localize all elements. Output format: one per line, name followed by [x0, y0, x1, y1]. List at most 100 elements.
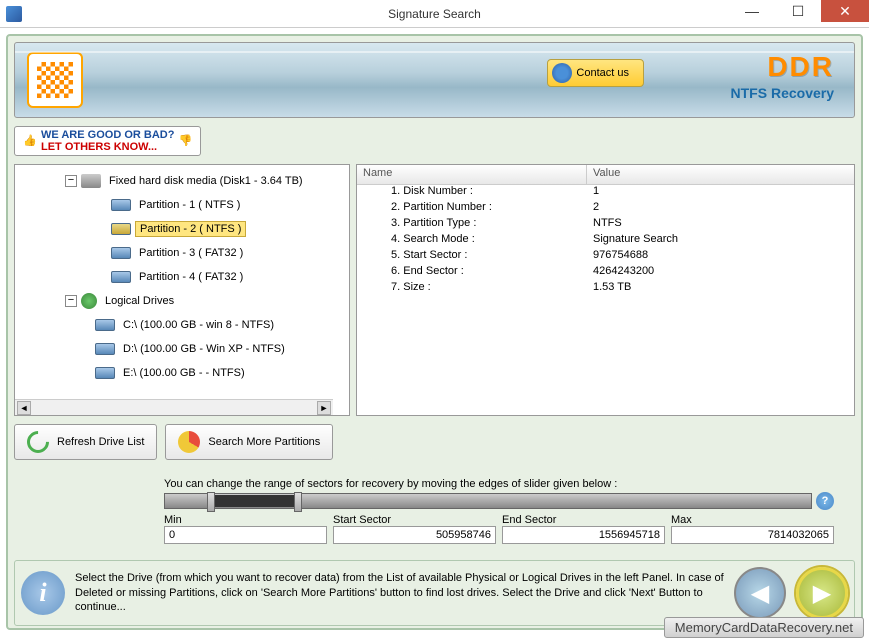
maximize-button[interactable]: ☐	[775, 0, 821, 22]
prop-value: 1	[587, 185, 599, 201]
end-sector-input[interactable]	[502, 526, 665, 544]
tree-partition-node[interactable]: Partition - 3 ( FAT32 )	[15, 241, 349, 265]
close-button[interactable]: ✕	[821, 0, 869, 22]
drive-icon	[95, 367, 115, 379]
partition-icon	[111, 223, 131, 235]
sector-slider[interactable]	[164, 493, 812, 509]
drive-icon	[95, 343, 115, 355]
prop-name: 6. End Sector :	[357, 265, 587, 281]
tree-logical-header[interactable]: − Logical Drives	[15, 289, 349, 313]
feedback-line2: LET OTHERS KNOW...	[41, 141, 174, 153]
tree-label: Fixed hard disk media (Disk1 - 3.64 TB)	[105, 174, 307, 188]
watermark: MemoryCardDataRecovery.net	[664, 617, 864, 638]
partition-icon	[111, 271, 131, 283]
start-sector-input[interactable]	[333, 526, 496, 544]
min-label: Min	[164, 514, 327, 526]
refresh-drive-list-button[interactable]: Refresh Drive List	[14, 424, 157, 460]
collapse-icon[interactable]: −	[65, 175, 77, 187]
contact-us-button[interactable]: Contact us	[547, 59, 644, 87]
next-button[interactable]: ▶	[796, 567, 848, 619]
collapse-icon[interactable]: −	[65, 295, 77, 307]
partition-icon	[111, 199, 131, 211]
scroll-right-icon[interactable]: ►	[317, 401, 331, 415]
tree-drive-node[interactable]: C:\ (100.00 GB - win 8 - NTFS)	[15, 313, 349, 337]
prop-value: Signature Search	[587, 233, 678, 249]
thumbs-up-icon: 👍	[23, 134, 37, 148]
button-label: Search More Partitions	[208, 436, 320, 448]
feedback-button[interactable]: 👍 WE ARE GOOD OR BAD? LET OTHERS KNOW...…	[14, 126, 201, 156]
disk-icon	[81, 174, 101, 188]
tree-drive-node[interactable]: D:\ (100.00 GB - Win XP - NTFS)	[15, 337, 349, 361]
arrow-right-icon: ▶	[813, 579, 831, 608]
max-label: Max	[671, 514, 834, 526]
partition-icon	[111, 247, 131, 259]
tree-drive-node[interactable]: E:\ (100.00 GB - - NTFS)	[15, 361, 349, 385]
banner: Contact us DDR NTFS Recovery	[14, 42, 855, 118]
tree-label: Logical Drives	[101, 294, 178, 308]
horizontal-scrollbar[interactable]: ◄ ►	[15, 399, 333, 415]
max-input[interactable]	[671, 526, 834, 544]
pie-chart-icon	[178, 431, 200, 453]
tree-partition-node[interactable]: Partition - 1 ( NTFS )	[15, 193, 349, 217]
brand-subtitle: NTFS Recovery	[731, 85, 834, 101]
tree-label: D:\ (100.00 GB - Win XP - NTFS)	[119, 342, 289, 356]
contact-label: Contact us	[576, 67, 629, 79]
properties-panel: Name Value 1. Disk Number :12. Partition…	[356, 164, 855, 416]
prop-name: 1. Disk Number :	[357, 185, 587, 201]
tree-label: Partition - 2 ( NTFS )	[135, 221, 246, 237]
app-icon	[6, 6, 22, 22]
prop-name: 2. Partition Number :	[357, 201, 587, 217]
person-icon	[552, 63, 572, 83]
prop-name: 5. Start Sector :	[357, 249, 587, 265]
window-title: Signature Search	[388, 7, 481, 21]
thumbs-down-icon: 👎	[178, 134, 192, 148]
brand-logo: DDR	[731, 51, 834, 83]
tree-label: Partition - 3 ( FAT32 )	[135, 246, 247, 260]
help-icon[interactable]: ?	[816, 492, 834, 510]
start-sector-label: Start Sector	[333, 514, 496, 526]
drive-tree-panel: − Fixed hard disk media (Disk1 - 3.64 TB…	[14, 164, 350, 416]
titlebar: Signature Search — ☐ ✕	[0, 0, 869, 28]
tree-label: Partition - 1 ( NTFS )	[135, 198, 244, 212]
footer-help-text: Select the Drive (from which you want to…	[75, 571, 724, 616]
prop-value: 1.53 TB	[587, 281, 631, 297]
tree-scroll[interactable]: − Fixed hard disk media (Disk1 - 3.64 TB…	[15, 165, 349, 397]
min-input[interactable]	[164, 526, 327, 544]
prop-value: 2	[587, 201, 599, 217]
prop-name: 4. Search Mode :	[357, 233, 587, 249]
slider-range	[207, 495, 294, 507]
property-row: 1. Disk Number :1	[357, 185, 854, 201]
tree-label: Partition - 4 ( FAT32 )	[135, 270, 247, 284]
end-sector-label: End Sector	[502, 514, 665, 526]
column-header-value[interactable]: Value	[587, 165, 626, 184]
prop-value: 976754688	[587, 249, 648, 265]
button-label: Refresh Drive List	[57, 436, 144, 448]
tree-disk-node[interactable]: − Fixed hard disk media (Disk1 - 3.64 TB…	[15, 169, 349, 193]
tree-label: E:\ (100.00 GB - - NTFS)	[119, 366, 249, 380]
prop-value: 4264243200	[587, 265, 654, 281]
tree-partition-node[interactable]: Partition - 4 ( FAT32 )	[15, 265, 349, 289]
slider-handle-start[interactable]	[207, 492, 215, 512]
column-header-name[interactable]: Name	[357, 165, 587, 184]
prop-name: 7. Size :	[357, 281, 587, 297]
tree-partition-node-selected[interactable]: Partition - 2 ( NTFS )	[15, 217, 349, 241]
property-row: 6. End Sector :4264243200	[357, 265, 854, 281]
slider-hint: You can change the range of sectors for …	[164, 478, 834, 490]
property-row: 2. Partition Number :2	[357, 201, 854, 217]
info-icon: i	[21, 571, 65, 615]
property-row: 4. Search Mode :Signature Search	[357, 233, 854, 249]
drive-icon	[95, 319, 115, 331]
tree-label: C:\ (100.00 GB - win 8 - NTFS)	[119, 318, 278, 332]
minimize-button[interactable]: —	[729, 0, 775, 22]
slider-handle-end[interactable]	[294, 492, 302, 512]
globe-icon	[81, 293, 97, 309]
search-more-partitions-button[interactable]: Search More Partitions	[165, 424, 333, 460]
property-row: 7. Size :1.53 TB	[357, 281, 854, 297]
back-button[interactable]: ◀	[734, 567, 786, 619]
feedback-line1: WE ARE GOOD OR BAD?	[41, 129, 174, 141]
prop-name: 3. Partition Type :	[357, 217, 587, 233]
logo	[27, 52, 83, 108]
property-row: 3. Partition Type :NTFS	[357, 217, 854, 233]
refresh-icon	[22, 426, 53, 457]
scroll-left-icon[interactable]: ◄	[17, 401, 31, 415]
